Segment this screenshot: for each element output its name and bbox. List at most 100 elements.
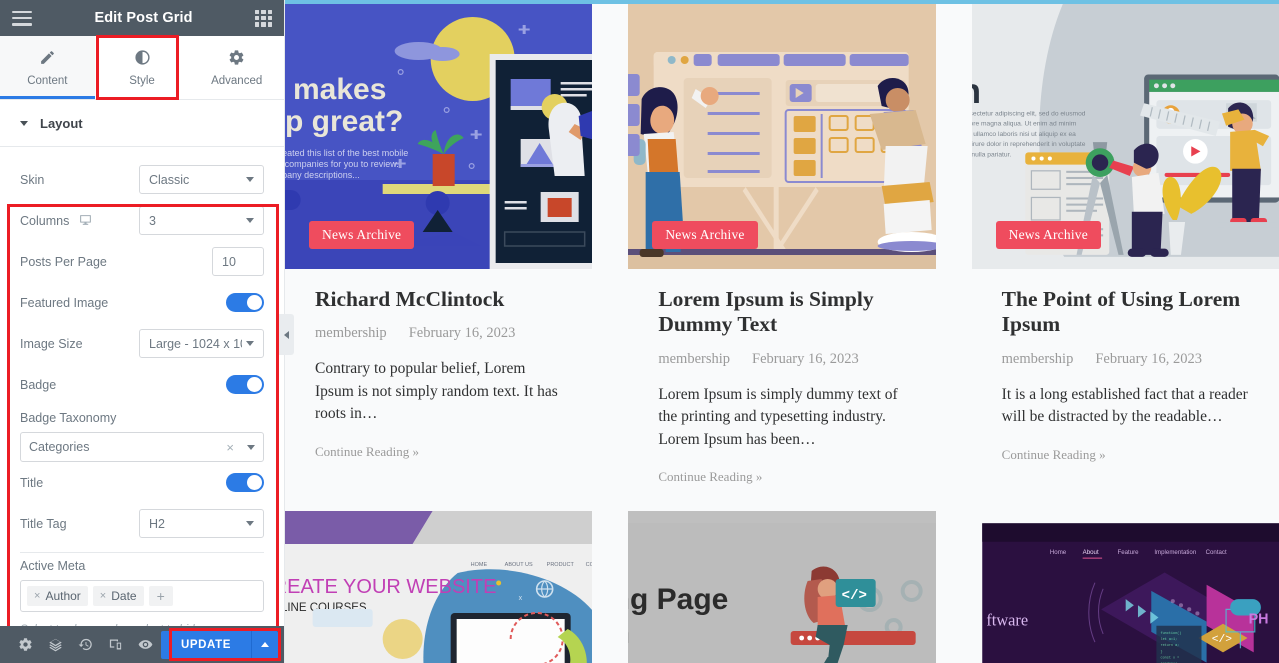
- post-thumbnail[interactable]: n nsectetur adipiscing elit, sed do eius…: [971, 4, 1279, 269]
- tab-advanced[interactable]: Advanced: [189, 36, 285, 99]
- tab-style[interactable]: Style: [94, 36, 190, 99]
- meta-chip-date-label: Date: [111, 589, 137, 603]
- skin-select[interactable]: Classic: [139, 165, 264, 194]
- image-size-label: Image Size: [20, 336, 83, 351]
- active-meta-field[interactable]: × Author × Date +: [20, 580, 264, 612]
- svg-text:}: }: [1160, 650, 1162, 655]
- history-icon[interactable]: [70, 626, 100, 663]
- svg-text:mpany descriptions...: mpany descriptions...: [285, 170, 360, 180]
- columns-label-text: Columns: [20, 213, 70, 228]
- badge-toggle[interactable]: [226, 375, 264, 394]
- chevron-left-icon: [284, 330, 289, 339]
- post-title[interactable]: Lorem Ipsum is Simply Dummy Text: [658, 287, 905, 338]
- post-thumbnail[interactable]: HOME ABOUT US PRODUCT CON REATE YOUR WEB…: [285, 511, 593, 663]
- svg-text:pp great?: pp great?: [285, 105, 403, 138]
- badge-taxonomy-select[interactable]: Categories ×: [20, 432, 264, 462]
- post-meta: membership February 16, 2023: [658, 351, 905, 368]
- hamburger-icon[interactable]: [12, 10, 32, 26]
- columns-label: Columns: [20, 214, 139, 228]
- tab-content[interactable]: Content: [0, 36, 95, 99]
- svg-text:Feature: Feature: [1117, 549, 1139, 556]
- post-read-more[interactable]: Continue Reading »: [1002, 447, 1249, 463]
- layout-section-title: Layout: [40, 115, 83, 131]
- update-button[interactable]: UPDATE: [160, 630, 251, 659]
- chevron-down-icon: [247, 444, 255, 450]
- svg-text:created this list of the best: created this list of the best mobile: [285, 148, 408, 158]
- post-card: t makes pp great? created this list of t…: [285, 4, 593, 486]
- svg-text:Home: Home: [1050, 549, 1067, 556]
- active-meta-label: Active Meta: [20, 559, 86, 573]
- meta-chip-author-label: Author: [45, 589, 81, 603]
- chevron-down-icon: [246, 341, 254, 346]
- chip-remove-icon[interactable]: ×: [100, 590, 106, 602]
- svg-text:function(): function(): [1160, 631, 1181, 636]
- add-meta-button[interactable]: +: [148, 586, 173, 606]
- svg-text:PRODUCT: PRODUCT: [547, 562, 575, 568]
- post-date: February 16, 2023: [408, 325, 516, 342]
- image-size-select[interactable]: Large - 1024 x 102: [139, 329, 264, 358]
- post-read-more[interactable]: Continue Reading »: [658, 469, 905, 485]
- post-badge[interactable]: News Archive: [652, 221, 758, 249]
- post-card: News Archive Lorem Ipsum is Simply Dummy…: [628, 4, 936, 486]
- post-card-body: The Point of Using Lorem Ipsum membershi…: [972, 269, 1279, 463]
- caret-up-icon: [261, 642, 269, 647]
- chevron-down-icon: [246, 218, 254, 223]
- update-button-group: UPDATE: [160, 630, 278, 659]
- post-date: February 16, 2023: [1095, 350, 1203, 367]
- panel-collapse-handle[interactable]: [279, 314, 294, 355]
- svg-text:dore magna aliqua. Ut enim ad: dore magna aliqua. Ut enim ad minim: [972, 121, 1077, 128]
- post-date: February 16, 2023: [752, 350, 859, 367]
- posts-per-page-input[interactable]: [212, 247, 264, 276]
- contrast-half-circle-icon: [134, 49, 151, 66]
- badge-label: Badge: [20, 377, 57, 392]
- svg-text:x: x: [519, 595, 523, 602]
- update-options-button[interactable]: [251, 630, 278, 659]
- post-thumbnail[interactable]: News Archive: [628, 4, 936, 269]
- post-grid-row-2: HOME ABOUT US PRODUCT CON REATE YOUR WEB…: [285, 511, 1279, 663]
- featured-image-toggle[interactable]: [226, 293, 264, 312]
- svg-text:nsectetur adipiscing elit, sed: nsectetur adipiscing elit, sed do eiusmo…: [972, 110, 1086, 117]
- post-read-more[interactable]: Continue Reading »: [315, 444, 562, 460]
- svg-text:</>: </>: [1211, 634, 1232, 646]
- post-thumbnail[interactable]: ng Page n: [628, 511, 936, 663]
- meta-chip-date[interactable]: × Date: [92, 586, 144, 606]
- editor-panel: Edit Post Grid Content Style Advanced La…: [0, 0, 294, 663]
- svg-text:REATE YOUR WEBSITE: REATE YOUR WEBSITE: [285, 576, 496, 598]
- responsive-mode-icon[interactable]: [101, 626, 131, 663]
- meta-chip-author[interactable]: × Author: [27, 586, 88, 606]
- title-tag-select[interactable]: H2: [139, 509, 264, 538]
- columns-select[interactable]: 3: [139, 206, 264, 235]
- title-toggle[interactable]: [226, 473, 264, 492]
- svg-text:const x =: const x =: [1160, 657, 1179, 661]
- control-columns: Columns 3: [20, 200, 264, 241]
- control-posts-per-page: Posts Per Page: [20, 241, 264, 282]
- layout-section-header[interactable]: Layout: [0, 100, 284, 147]
- grid-apps-icon[interactable]: [254, 9, 272, 27]
- columns-value: 3: [149, 213, 156, 228]
- post-title[interactable]: Richard McClintock: [315, 287, 562, 312]
- post-card: ng Page n: [628, 511, 936, 663]
- settings-gear-icon[interactable]: [10, 626, 40, 663]
- layers-icon[interactable]: [40, 626, 70, 663]
- title-label: Title: [20, 475, 44, 490]
- post-thumbnail[interactable]: t makes pp great? created this list of t…: [285, 4, 593, 269]
- svg-text:m ullamco laboris nisi ut aliq: m ullamco laboris nisi ut aliquip ex ea: [972, 131, 1076, 138]
- skin-value: Classic: [149, 172, 190, 187]
- control-badge-taxonomy: Badge Taxonomy Categories ×: [20, 411, 264, 462]
- chip-remove-icon[interactable]: ×: [34, 590, 40, 602]
- post-meta: membership February 16, 2023: [1002, 351, 1249, 368]
- post-title[interactable]: The Point of Using Lorem Ipsum: [1002, 287, 1249, 338]
- svg-text:ftware: ftware: [986, 611, 1028, 630]
- panel-body: Layout Skin Classic Columns 3 Posts Per …: [0, 100, 284, 626]
- desktop-icon[interactable]: [79, 214, 92, 227]
- close-x-icon[interactable]: ×: [226, 440, 234, 455]
- eye-preview-icon[interactable]: [131, 626, 161, 663]
- post-thumbnail[interactable]: Home About Feature Implementation Contac…: [971, 511, 1279, 663]
- skin-label: Skin: [20, 172, 45, 187]
- post-badge[interactable]: News Archive: [995, 221, 1101, 249]
- post-author: membership: [1001, 350, 1074, 367]
- tab-style-label: Style: [129, 74, 155, 87]
- post-badge[interactable]: News Archive: [309, 221, 415, 249]
- title-tag-value: H2: [149, 516, 165, 531]
- badge-taxonomy-value: Categories: [29, 440, 90, 454]
